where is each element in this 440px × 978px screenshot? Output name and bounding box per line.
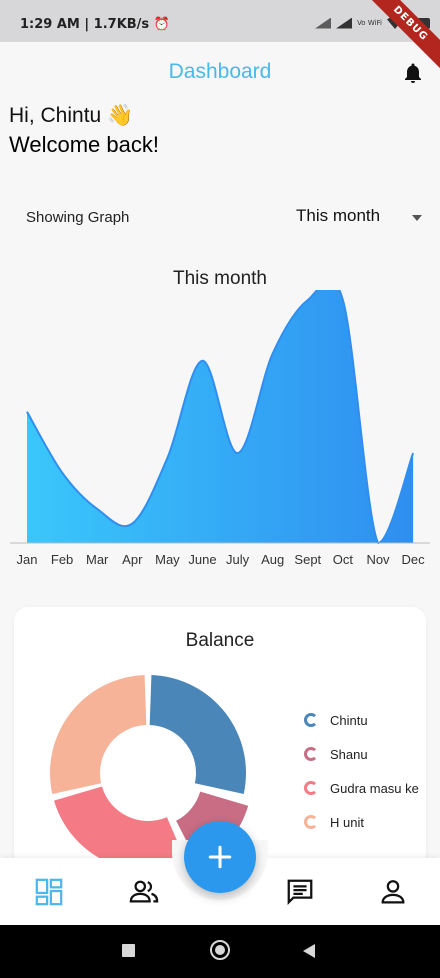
page-title: Dashboard: [168, 60, 272, 83]
legend-label: Gudra masu ke: [330, 780, 419, 796]
add-button[interactable]: [184, 821, 256, 893]
x-tick-label: Mar: [86, 552, 109, 567]
x-tick-label: Dec: [402, 552, 426, 567]
legend-label: Shanu: [330, 746, 368, 762]
welcome-text: Welcome back!: [9, 132, 159, 157]
period-dropdown[interactable]: This month: [296, 206, 426, 232]
legend-item: Chintu: [304, 703, 426, 737]
legend-item: Gudra masu ke: [304, 771, 426, 805]
dropdown-arrow-icon: [412, 215, 422, 221]
area-series: [27, 290, 414, 543]
donut-slice[interactable]: [49, 675, 147, 795]
x-tick-label: Apr: [122, 552, 143, 567]
status-time: 1:29 AM | 1.7KB/s ⏰: [20, 17, 170, 32]
system-navigation-bar: [0, 925, 440, 978]
recent-apps-icon[interactable]: [122, 944, 135, 957]
legend-swatch-icon: [304, 815, 318, 829]
home-icon[interactable]: [210, 940, 230, 960]
x-tick-label: Oct: [333, 552, 354, 567]
signal-icon-2: [336, 17, 353, 29]
period-dropdown-value: This month: [296, 206, 381, 225]
graph-filter-label: Showing Graph: [26, 209, 130, 226]
people-icon[interactable]: [128, 876, 160, 908]
greeting-name: Hi, Chintu 👋: [9, 104, 134, 127]
plus-icon: [208, 845, 232, 869]
x-tick-label: Jan: [17, 552, 38, 567]
chat-icon[interactable]: [284, 876, 316, 908]
balance-title: Balance: [185, 630, 255, 651]
legend-item: H unit: [304, 805, 426, 839]
donut-slice[interactable]: [149, 675, 246, 795]
x-tick-label: Nov: [366, 552, 390, 567]
dashboard-icon[interactable]: [33, 876, 65, 908]
legend-swatch-icon: [304, 713, 318, 727]
chart-title: This month: [173, 268, 267, 289]
x-tick-label: Aug: [261, 552, 284, 567]
legend-swatch-icon: [304, 781, 318, 795]
person-icon[interactable]: [377, 876, 409, 908]
status-bar: 1:29 AM | 1.7KB/s ⏰ Vo WiFi DEBUG: [0, 0, 440, 74]
notifications-icon[interactable]: [401, 61, 425, 85]
x-tick-label: June: [188, 552, 216, 567]
back-icon[interactable]: [303, 944, 315, 958]
area-chart: Jan Feb Mar Apr May June July Aug Sept Oct Nov Dec: [10, 290, 430, 567]
donut-slice[interactable]: [53, 786, 187, 863]
x-tick-label: Sept: [294, 552, 321, 567]
x-tick-label: May: [155, 552, 180, 567]
volte-wifi-label: Vo WiFi: [357, 18, 382, 27]
legend-label: Chintu: [330, 712, 368, 728]
x-tick-label: July: [226, 552, 250, 567]
balance-legend: Chintu Shanu Gudra masu ke H unit: [304, 703, 426, 839]
legend-item: Shanu: [304, 737, 426, 771]
x-tick-label: Feb: [51, 552, 73, 567]
legend-label: H unit: [330, 814, 364, 830]
legend-swatch-icon: [304, 747, 318, 761]
signal-icon: [315, 17, 332, 29]
